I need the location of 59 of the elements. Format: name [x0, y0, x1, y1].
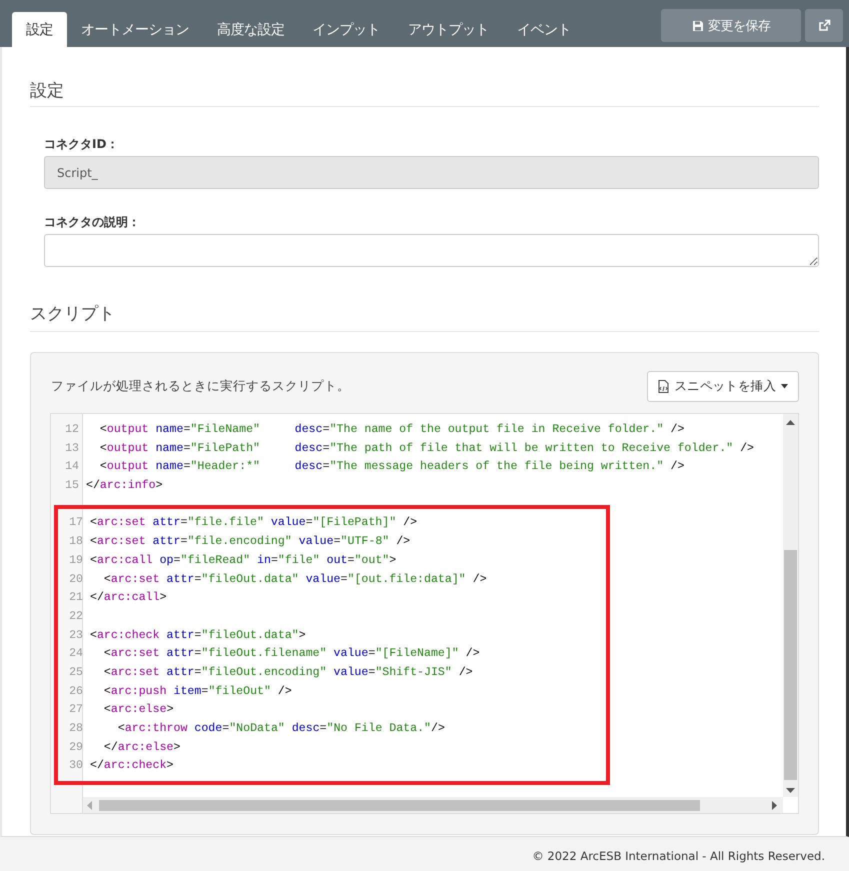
scroll-up-arrow-icon[interactable]: [786, 420, 795, 425]
caret-icon: [781, 384, 788, 389]
tab[interactable]: インプット: [298, 12, 394, 47]
code-line: <arc:set attr="file.file" value="[FilePath]" />: [90, 515, 418, 532]
scroll-left-arrow-icon[interactable]: [87, 801, 92, 810]
script-description: ファイルが処理されるときに実行するスクリプト。: [50, 378, 350, 395]
line-number: 21: [68, 590, 84, 606]
line-number: 14: [64, 459, 80, 476]
line-number: 17: [68, 515, 84, 532]
field-label: コネクタID：: [44, 136, 118, 153]
external-link-icon: [818, 19, 830, 32]
section-heading: 設定: [30, 80, 64, 102]
code-line: </arc:call>: [90, 590, 167, 606]
code-line: <output name="FileName" desc="The name of the output file in Receive folder." />: [98, 422, 684, 438]
line-number: 12: [64, 422, 80, 438]
line-number: 20: [68, 572, 84, 588]
scroll-down-arrow-icon[interactable]: [786, 788, 795, 793]
code-line: <arc:check attr="fileOut.data">: [90, 628, 306, 644]
line-number: 26: [68, 684, 84, 700]
code-line: </arc:info>: [86, 478, 163, 494]
line-number: 13: [64, 440, 80, 457]
tab[interactable]: アウトプット: [394, 12, 503, 47]
code-line: <arc:set attr="file.encoding" value="UTF-8" />: [90, 534, 410, 550]
field-label: コネクタの説明：: [44, 214, 140, 231]
line-number: 28: [68, 721, 84, 737]
document-code-icon: [658, 380, 670, 393]
code-line: <arc:set attr="fileOut.data" value="[out.file:data]" />: [102, 572, 487, 588]
tab[interactable]: オートメーション: [67, 12, 203, 47]
insert-snippet-button[interactable]: スニペットを挿入: [647, 371, 799, 402]
line-number: 25: [68, 664, 84, 681]
line-number: 24: [68, 646, 84, 662]
save-button[interactable]: 変更を保存: [661, 9, 801, 42]
section-heading: スクリプト: [30, 303, 115, 325]
code-line: <arc:call op="fileRead" in="file" out="out">: [90, 552, 396, 569]
code-line: </arc:check>: [90, 758, 174, 774]
copyright-text: © 2022 ArcESB International - All Rights Reserved.: [532, 849, 825, 863]
line-number: 30: [68, 758, 84, 774]
tab[interactable]: 高度な設定: [203, 12, 298, 47]
code-line: <arc:else>: [102, 702, 174, 718]
horizontal-scrollbar[interactable]: [83, 797, 783, 813]
code-line: <output name="FilePath" desc="The path of file that will be written to Receive folder." />: [98, 440, 754, 457]
code-line: <arc:throw code="NoData" desc="No File Data."/>: [116, 721, 445, 737]
line-number: 27: [68, 702, 84, 718]
line-number: 23: [68, 628, 84, 644]
scroll-right-arrow-icon[interactable]: [772, 801, 777, 810]
line-number: 15: [64, 478, 80, 494]
external-link-button[interactable]: [805, 9, 843, 42]
code-line: <arc:set attr="fileOut.filename" value="[FileName]" />: [102, 646, 480, 662]
line-number: 18: [68, 534, 84, 550]
tab[interactable]: 設定: [12, 12, 67, 47]
code-line: <arc:set attr="fileOut.encoding" value="Shift-JIS" />: [102, 664, 473, 681]
vertical-scrollbar[interactable]: [783, 414, 798, 797]
code-line: <arc:push item="fileOut" />: [102, 684, 292, 700]
code-line: </arc:else>: [102, 740, 180, 756]
line-number: 29: [68, 740, 84, 756]
line-number: 22: [68, 608, 84, 625]
code-line: <output name="Header:*" desc="The message headers of the file being written." />: [98, 459, 684, 476]
line-number: 19: [68, 552, 84, 569]
tab[interactable]: イベント: [503, 12, 585, 47]
